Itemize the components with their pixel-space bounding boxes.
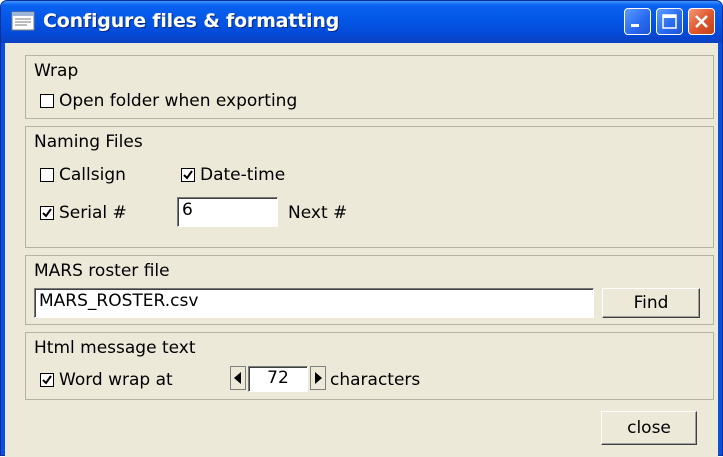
serial-checkbox[interactable]: Serial #: [40, 203, 127, 223]
checkmark-icon: [183, 170, 193, 180]
wrap-width-input[interactable]: 72: [248, 366, 308, 392]
wrap-panel: Wrap Open folder when exporting: [25, 55, 714, 119]
word-wrap-label: Word wrap at: [59, 370, 173, 390]
arrow-left-icon: [230, 366, 246, 390]
title-bar[interactable]: Configure files & formatting: [1, 1, 722, 43]
minimize-button[interactable]: [624, 8, 651, 35]
checkbox-box: [40, 373, 54, 387]
checkbox-box: [181, 168, 195, 182]
maximize-icon: [662, 14, 677, 29]
callsign-checkbox[interactable]: Callsign: [40, 165, 126, 185]
increment-button[interactable]: [310, 366, 326, 390]
wrap-panel-title: Wrap: [34, 61, 79, 81]
naming-files-panel: Naming Files Callsign Date-time Serial #…: [25, 126, 714, 248]
roster-panel-title: MARS roster file: [34, 261, 170, 281]
find-button[interactable]: Find: [602, 288, 700, 318]
html-panel: Html message text Word wrap at 72 charac…: [25, 332, 714, 400]
close-button[interactable]: close: [601, 411, 697, 445]
checkbox-box: [40, 168, 54, 182]
minimize-icon: [631, 24, 639, 27]
close-window-button[interactable]: [688, 8, 715, 35]
open-folder-checkbox[interactable]: Open folder when exporting: [40, 91, 297, 111]
serial-label: Serial #: [59, 203, 127, 223]
maximize-button[interactable]: [656, 8, 683, 35]
app-icon: [11, 11, 35, 31]
html-panel-title: Html message text: [34, 338, 196, 358]
decrement-button[interactable]: [230, 366, 246, 390]
callsign-label: Callsign: [59, 165, 126, 185]
characters-label: characters: [330, 370, 421, 390]
dialog-window: Configure files & formatting Wrap Open f…: [0, 0, 723, 457]
checkbox-box: [40, 206, 54, 220]
next-number-label: Next #: [288, 203, 348, 223]
window-title: Configure files & formatting: [43, 10, 340, 32]
checkmark-icon: [42, 208, 52, 218]
naming-panel-title: Naming Files: [34, 132, 143, 152]
datetime-label: Date-time: [200, 165, 286, 185]
word-wrap-checkbox[interactable]: Word wrap at: [40, 370, 173, 390]
arrow-right-icon: [310, 366, 326, 390]
checkmark-icon: [42, 375, 52, 385]
next-number-input[interactable]: 6: [177, 197, 278, 227]
checkbox-box: [40, 94, 54, 108]
dialog-body: Wrap Open folder when exporting Naming F…: [5, 43, 718, 457]
datetime-checkbox[interactable]: Date-time: [181, 165, 285, 185]
open-folder-label: Open folder when exporting: [59, 91, 298, 111]
roster-file-input[interactable]: MARS_ROSTER.csv: [34, 288, 594, 318]
close-icon: [695, 15, 708, 28]
roster-panel: MARS roster file MARS_ROSTER.csv Find: [25, 255, 714, 325]
